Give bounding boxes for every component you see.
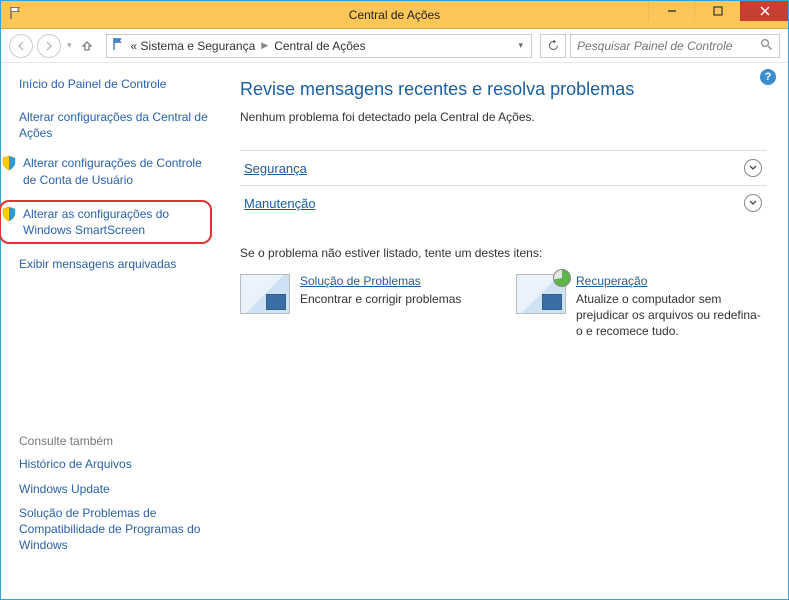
sidebar: Início do Painel de Controle Alterar con… xyxy=(1,63,218,599)
card-desc: Encontrar e corrigir problemas xyxy=(300,291,461,307)
card-recovery: Recuperação Atualize o computador sem pr… xyxy=(516,274,766,340)
breadcrumb-segment[interactable]: Central de Ações xyxy=(274,39,365,53)
breadcrumb-segment[interactable]: « Sistema e Segurança xyxy=(131,39,256,53)
section-label: Manutenção xyxy=(244,196,316,211)
search-input[interactable] xyxy=(577,39,760,53)
help-icon[interactable]: ? xyxy=(760,69,776,85)
card-link[interactable]: Recuperação xyxy=(576,274,647,288)
search-icon xyxy=(760,38,773,54)
flag-icon xyxy=(9,6,23,23)
shield-icon xyxy=(1,206,17,222)
see-also-link[interactable]: Histórico de Arquivos xyxy=(19,456,208,472)
address-bar[interactable]: « Sistema e Segurança ▶ Central de Ações… xyxy=(106,34,532,58)
section-maintenance[interactable]: Manutenção xyxy=(240,185,766,220)
cards: Solução de Problemas Encontrar e corrigi… xyxy=(240,274,766,340)
sidebar-item-smartscreen-settings[interactable]: Alterar as configurações do Windows Smar… xyxy=(0,200,212,244)
chevron-down-icon[interactable] xyxy=(744,159,762,177)
maximize-button[interactable] xyxy=(694,1,740,21)
titlebar: Central de Ações xyxy=(1,1,788,29)
minimize-button[interactable] xyxy=(648,1,694,21)
chevron-down-icon[interactable] xyxy=(744,194,762,212)
navbar: ▾ « Sistema e Segurança ▶ Central de Açõ… xyxy=(1,29,788,63)
sidebar-item-uac-settings[interactable]: Alterar configurações de Controle de Con… xyxy=(19,153,208,189)
section-label: Segurança xyxy=(244,161,307,176)
try-heading: Se o problema não estiver listado, tente… xyxy=(240,246,766,260)
card-desc: Atualize o computador sem prejudicar os … xyxy=(576,291,766,340)
address-dropdown-icon[interactable]: ▾ xyxy=(514,40,527,51)
control-panel-home-link[interactable]: Início do Painel de Controle xyxy=(19,77,208,91)
sidebar-item-label: Alterar configurações de Controle de Con… xyxy=(23,155,208,187)
section-security[interactable]: Segurança xyxy=(240,150,766,185)
breadcrumb-separator-icon: ▶ xyxy=(261,40,268,51)
back-button[interactable] xyxy=(9,34,33,58)
card-troubleshooting: Solução de Problemas Encontrar e corrigi… xyxy=(240,274,490,340)
see-also-heading: Consulte também xyxy=(19,434,208,448)
flag-icon xyxy=(111,37,125,54)
window-buttons xyxy=(648,1,788,21)
card-link[interactable]: Solução de Problemas xyxy=(300,274,421,288)
see-also-link[interactable]: Windows Update xyxy=(19,481,208,497)
see-also: Histórico de Arquivos Windows Update Sol… xyxy=(19,456,208,553)
up-button[interactable] xyxy=(76,35,98,57)
history-dropdown-icon[interactable]: ▾ xyxy=(67,40,72,51)
sidebar-item-action-center-settings[interactable]: Alterar configurações da Central de Açõe… xyxy=(19,107,208,143)
sidebar-item-archived-messages[interactable]: Exibir mensagens arquivadas xyxy=(19,254,208,274)
monitor-icon xyxy=(240,274,290,314)
shield-icon xyxy=(1,155,17,171)
main-panel: ? Revise mensagens recentes e resolva pr… xyxy=(218,63,788,599)
sidebar-item-label: Exibir mensagens arquivadas xyxy=(19,256,176,272)
refresh-button[interactable] xyxy=(540,34,566,58)
monitor-recovery-icon xyxy=(516,274,566,314)
see-also-link[interactable]: Solução de Problemas de Compatibilidade … xyxy=(19,505,208,554)
forward-button[interactable] xyxy=(37,34,61,58)
page-subtext: Nenhum problema foi detectado pela Centr… xyxy=(240,110,766,124)
search-box[interactable] xyxy=(570,34,780,58)
close-button[interactable] xyxy=(740,1,788,21)
sidebar-item-label: Alterar as configurações do Windows Smar… xyxy=(23,206,204,238)
content: Início do Painel de Controle Alterar con… xyxy=(1,63,788,599)
sidebar-item-label: Alterar configurações da Central de Açõe… xyxy=(19,109,208,141)
page-heading: Revise mensagens recentes e resolva prob… xyxy=(240,79,766,100)
